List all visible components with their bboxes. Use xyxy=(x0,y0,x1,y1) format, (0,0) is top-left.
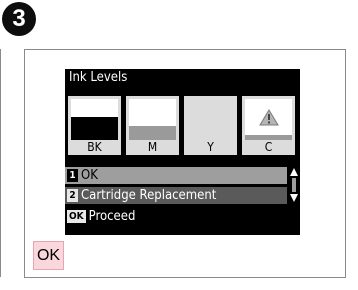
scroll-track xyxy=(292,178,296,192)
menu-item-cartridge-replacement[interactable]: 2 Cartridge Replacement xyxy=(65,187,287,204)
warning-icon xyxy=(259,109,279,126)
ok-button[interactable]: OK xyxy=(33,241,64,270)
screen-title: Ink Levels xyxy=(69,70,128,85)
footer-hint: OK Proceed xyxy=(67,208,135,225)
cartridge-c: C xyxy=(242,96,295,155)
ink-level-bar xyxy=(129,125,176,140)
footer-label: Proceed xyxy=(88,209,136,224)
ink-level-gauge xyxy=(245,99,292,140)
menu-item-label: Cartridge Replacement xyxy=(81,188,217,203)
cartridge-label: BK xyxy=(87,140,102,154)
ink-level-gauge xyxy=(129,99,176,140)
cartridge-m: M xyxy=(126,96,179,155)
cartridge-label: C xyxy=(264,140,273,154)
ink-level-gauge xyxy=(71,99,118,140)
scroll-down-icon xyxy=(290,194,298,202)
step-number-badge: 3 xyxy=(2,2,36,36)
cartridge-label: M xyxy=(147,140,158,154)
menu-number-key: 1 xyxy=(67,169,78,182)
menu-item-label: OK xyxy=(81,168,98,183)
ink-level-gauge xyxy=(187,99,234,140)
scroll-up-icon xyxy=(290,168,298,176)
menu-number-key: 2 xyxy=(67,189,78,202)
lcd-screen: Ink Levels BK M Y C 1 OK 2 Cartridge Rep… xyxy=(65,69,300,235)
menu-item-ok[interactable]: 1 OK xyxy=(65,167,287,184)
scrollbar[interactable] xyxy=(290,168,298,202)
ink-level-bar xyxy=(71,117,118,140)
cartridge-label: Y xyxy=(207,140,214,154)
cartridge-bk: BK xyxy=(68,96,121,155)
cartridge-y: Y xyxy=(184,96,237,155)
ok-key-icon: OK xyxy=(67,210,86,223)
panel-left-edge xyxy=(0,49,1,277)
